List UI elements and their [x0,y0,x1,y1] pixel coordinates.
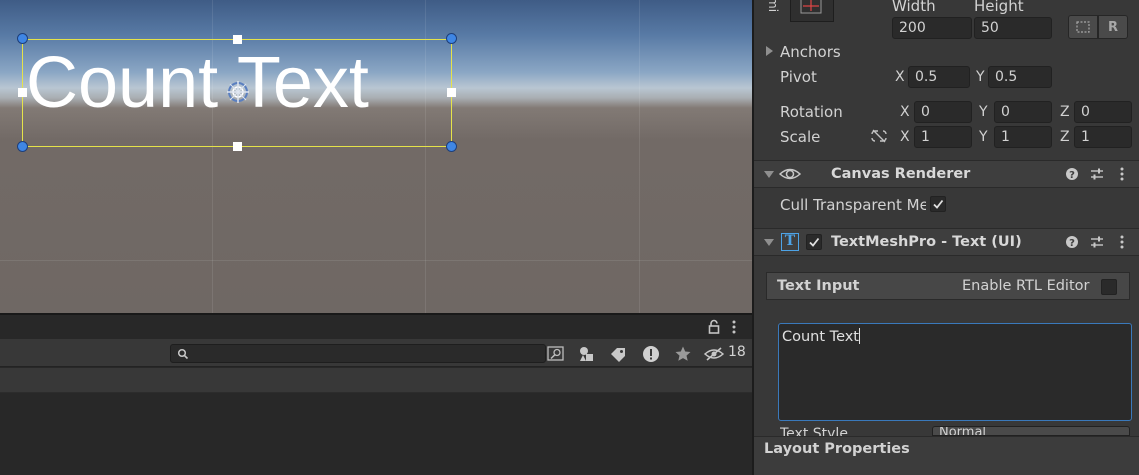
rotation-y-field[interactable]: 0 [994,101,1052,123]
edge-handle[interactable] [233,142,242,151]
raw-edit-icon: R [1107,19,1118,35]
eye-icon [779,168,801,180]
scale-label: Scale [780,128,821,146]
scale-y-label: Y [979,129,988,145]
grid-line [639,0,640,313]
raw-edit-button[interactable]: R [1098,15,1128,39]
truncated-label: mi [766,0,780,13]
hidden-eye-icon [703,346,725,361]
pivot-label: Pivot [780,68,817,86]
exclamation-icon [643,345,659,362]
anchor-presets-button[interactable] [790,0,834,22]
star-icon [675,346,691,361]
rotation-z-label: Z [1060,104,1070,120]
text-style-label: Text Style [780,426,848,436]
scale-x-field[interactable]: 1 [914,126,972,148]
shapes-icon [580,346,593,361]
tag-icon [611,347,625,362]
collapse-arrow[interactable] [764,171,774,178]
grid-line [0,260,752,261]
search-field[interactable] [170,344,546,363]
corner-handle[interactable] [17,141,28,152]
checkmark-icon [809,237,820,247]
checkmark-icon [933,199,944,209]
text-caret [859,328,860,344]
edge-handle[interactable] [233,35,242,44]
rotation-x-label: X [900,104,910,120]
pivot-y-field[interactable]: 0.5 [988,66,1052,88]
presets-icon[interactable] [1090,167,1104,181]
presets-icon[interactable] [1090,235,1104,249]
hidden-count-label: 18 [728,344,746,360]
edge-handle[interactable] [447,88,456,97]
project-toolbar: 18 [0,339,752,367]
lock-icon[interactable] [707,319,721,335]
anchors-foldout-arrow[interactable] [766,46,773,56]
canvas-renderer-header[interactable]: Canvas Renderer ? [754,160,1139,188]
search-by-type-icon [547,345,564,361]
bottom-tab-bar [0,315,752,339]
rtl-editor-checkbox[interactable] [1101,279,1117,295]
cull-transparent-checkbox[interactable] [930,196,946,212]
rtl-editor-label: Enable RTL Editor [962,278,1090,294]
rotation-x-field[interactable]: 0 [914,101,972,123]
rotation-z-field[interactable]: 0 [1074,101,1132,123]
scale-x-label: X [900,129,910,145]
rotation-y-label: Y [979,104,988,120]
height-label: Height [974,0,1024,15]
text-input-value: Count Text [782,329,859,345]
corner-handle[interactable] [446,141,457,152]
anchor-preset-icon [800,0,822,14]
text-input-area[interactable]: Count Text [778,323,1132,421]
layout-properties-label: Layout Properties [764,441,910,457]
more-options-icon[interactable] [1115,167,1129,181]
width-field[interactable]: 200 [892,17,972,39]
rotation-label: Rotation [780,103,843,121]
pivot-y-label: Y [976,69,985,85]
svg-text:?: ? [1069,170,1075,181]
constrain-proportions-icon[interactable] [870,129,888,143]
filter-by-type-button[interactable] [573,342,601,365]
layout-properties-bar[interactable]: Layout Properties [754,436,1139,475]
height-field[interactable]: 50 [974,17,1052,39]
visibility-button[interactable] [702,342,726,365]
pivot-x-field[interactable]: 0.5 [908,66,970,88]
scale-y-field[interactable]: 1 [994,126,1052,148]
text-component-icon: T [781,233,799,251]
component-title: Canvas Renderer [831,166,971,182]
search-icon [177,348,189,360]
dotted-rect-icon [1076,21,1090,33]
help-icon[interactable]: ? [1065,235,1079,249]
corner-handle[interactable] [17,33,28,44]
inspector-panel: mi Width Height 200 50 R Anchors Pivot X… [752,0,1139,475]
pivot-icon[interactable] [224,78,252,106]
filter-by-label-button[interactable] [604,342,632,365]
textmeshpro-header[interactable]: T TextMeshPro - Text (UI) ? [754,228,1139,256]
pivot-x-label: X [895,69,905,85]
help-icon[interactable]: ? [1065,167,1079,181]
anchors-label[interactable]: Anchors [780,43,841,61]
scale-z-label: Z [1060,129,1070,145]
component-title: TextMeshPro - Text (UI) [831,234,1022,250]
corner-handle[interactable] [446,33,457,44]
text-input-label: Text Input [777,278,860,294]
list-item[interactable] [0,368,752,393]
more-options-icon[interactable] [729,319,739,335]
text-style-dropdown[interactable]: Normal [932,426,1130,436]
favorites-button[interactable] [669,342,697,365]
width-label: Width [892,0,936,15]
text-input-header: Text Input Enable RTL Editor [766,272,1130,300]
more-options-icon[interactable] [1115,235,1129,249]
cull-transparent-label: Cull Transparent Me: [780,196,926,214]
collapse-arrow[interactable] [764,239,774,246]
svg-text:?: ? [1069,238,1075,249]
scene-view[interactable]: Count Text [0,0,752,313]
blueprint-mode-button[interactable] [1068,15,1098,39]
log-button[interactable] [637,342,665,365]
edge-handle[interactable] [18,88,27,97]
bottom-panel: 18 [0,313,752,475]
search-mode-button[interactable] [542,342,570,365]
component-enabled-checkbox[interactable] [806,234,822,250]
scale-z-field[interactable]: 1 [1074,126,1132,148]
